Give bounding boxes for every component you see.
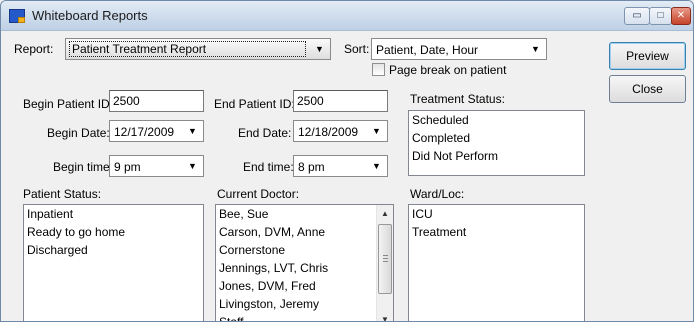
minimize-button[interactable]: ▭ <box>624 7 650 25</box>
maximize-button[interactable]: □ <box>649 7 672 25</box>
chevron-down-icon: ▼ <box>531 44 540 54</box>
chevron-down-icon: ▼ <box>372 161 381 171</box>
page-break-checkbox[interactable] <box>372 63 385 76</box>
current-doctor-list[interactable]: Bee, Sue Carson, DVM, Anne Cornerstone J… <box>215 204 394 321</box>
begin-time-select[interactable]: 9 pm ▼ <box>109 155 204 177</box>
list-item[interactable]: Treatment <box>409 223 584 241</box>
page-break-label[interactable]: Page break on patient <box>389 63 506 77</box>
list-item[interactable]: Carson, DVM, Anne <box>216 223 393 241</box>
end-time-label: End time: <box>243 160 294 174</box>
treatment-status-list[interactable]: Scheduled Completed Did Not Perform <box>408 110 585 176</box>
scroll-up-icon[interactable]: ▲ <box>377 205 393 222</box>
list-item[interactable]: Staff <box>216 313 393 321</box>
chevron-down-icon: ▼ <box>372 126 381 136</box>
end-time-select[interactable]: 8 pm ▼ <box>293 155 388 177</box>
title-bar[interactable]: Whiteboard Reports ▭ □ ✕ <box>1 1 693 31</box>
list-item[interactable]: Inpatient <box>24 205 203 223</box>
report-label: Report: <box>14 42 54 56</box>
scroll-thumb[interactable] <box>378 224 392 294</box>
end-patient-id-label: End Patient ID: <box>214 97 295 111</box>
list-item[interactable]: Did Not Perform <box>409 147 584 165</box>
list-item[interactable]: Discharged <box>24 241 203 259</box>
sort-select[interactable]: Patient, Date, Hour ▼ <box>371 38 547 60</box>
sort-label: Sort: <box>344 42 370 56</box>
ward-loc-list[interactable]: ICU Treatment <box>408 204 585 321</box>
preview-button[interactable]: Preview <box>609 42 686 70</box>
current-doctor-label: Current Doctor: <box>217 187 300 201</box>
chevron-down-icon: ▼ <box>315 44 324 54</box>
app-icon-corner <box>18 17 25 23</box>
close-button[interactable]: Close <box>609 75 686 103</box>
patient-status-label: Patient Status: <box>23 187 102 201</box>
list-item[interactable]: Jennings, LVT, Chris <box>216 259 393 277</box>
whiteboard-reports-window: Whiteboard Reports ▭ □ ✕ Report: Patient… <box>0 0 694 322</box>
treatment-status-label: Treatment Status: <box>410 92 505 106</box>
scroll-down-icon[interactable]: ▼ <box>377 311 393 321</box>
begin-time-label: Begin time: <box>53 160 114 174</box>
end-time-value: 8 pm <box>298 160 325 174</box>
list-item[interactable]: Jones, DVM, Fred <box>216 277 393 295</box>
grip-icon <box>383 255 388 262</box>
end-patient-id-field[interactable]: 2500 <box>293 90 388 112</box>
app-icon <box>9 9 25 23</box>
list-item[interactable]: Ready to go home <box>24 223 203 241</box>
report-select-value: Patient Treatment Report <box>69 41 306 57</box>
list-item[interactable]: Completed <box>409 129 584 147</box>
list-item[interactable]: ICU <box>409 205 584 223</box>
end-date-picker[interactable]: 12/18/2009 ▼ <box>293 120 388 142</box>
end-date-label: End Date: <box>238 126 292 140</box>
begin-date-picker[interactable]: 12/17/2009 ▼ <box>109 120 204 142</box>
begin-patient-id-field[interactable]: 2500 <box>109 90 204 112</box>
close-window-button[interactable]: ✕ <box>671 7 691 25</box>
list-item[interactable]: Scheduled <box>409 111 584 129</box>
doctor-list-scrollbar[interactable]: ▲ ▼ <box>376 205 393 321</box>
window-title: Whiteboard Reports <box>32 8 148 23</box>
chevron-down-icon: ▼ <box>188 126 197 136</box>
begin-date-value: 12/17/2009 <box>114 125 175 139</box>
begin-time-value: 9 pm <box>114 160 141 174</box>
end-date-value: 12/18/2009 <box>298 125 359 139</box>
patient-status-list[interactable]: Inpatient Ready to go home Discharged <box>23 204 204 321</box>
ward-loc-label: Ward/Loc: <box>410 187 465 201</box>
sort-select-value: Patient, Date, Hour <box>376 43 479 57</box>
begin-date-label: Begin Date: <box>47 126 110 140</box>
list-item[interactable]: Bee, Sue <box>216 205 393 223</box>
begin-patient-id-label: Begin Patient ID: <box>23 97 114 111</box>
report-select[interactable]: Patient Treatment Report ▼ <box>65 38 331 60</box>
chevron-down-icon: ▼ <box>188 161 197 171</box>
list-item[interactable]: Cornerstone <box>216 241 393 259</box>
list-item[interactable]: Livingston, Jeremy <box>216 295 393 313</box>
